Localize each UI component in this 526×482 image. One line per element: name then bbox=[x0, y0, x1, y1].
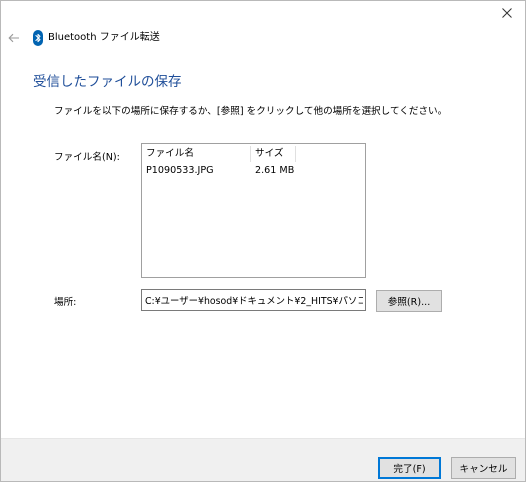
file-name-cell: P1090533.JPG bbox=[146, 165, 214, 176]
instruction-text: ファイルを以下の場所に保存するか、[参照] をクリックして他の場所を選択してくだ… bbox=[54, 106, 448, 117]
column-header-size[interactable]: サイズ bbox=[255, 147, 284, 161]
column-separator[interactable] bbox=[295, 146, 296, 162]
column-header-name[interactable]: ファイル名 bbox=[146, 147, 194, 161]
finish-button[interactable]: 完了(F) bbox=[378, 457, 441, 479]
column-separator[interactable] bbox=[250, 146, 251, 162]
file-list[interactable]: ファイル名 サイズ P1090533.JPG 2.61 MB bbox=[141, 143, 366, 278]
back-arrow-icon bbox=[8, 33, 19, 43]
file-size-cell: 2.61 MB bbox=[255, 165, 295, 176]
close-icon bbox=[502, 8, 512, 18]
footer-bar bbox=[1, 438, 525, 481]
location-input[interactable] bbox=[141, 289, 366, 311]
file-name-label: ファイル名(N): bbox=[54, 152, 120, 163]
back-button[interactable] bbox=[6, 28, 22, 48]
close-button[interactable] bbox=[489, 0, 525, 26]
bluetooth-icon bbox=[33, 30, 43, 46]
location-label: 場所: bbox=[54, 297, 77, 308]
browse-button[interactable]: 参照(R)... bbox=[376, 290, 442, 312]
window-title: Bluetooth ファイル転送 bbox=[48, 32, 160, 43]
cancel-button[interactable]: キャンセル bbox=[451, 457, 516, 479]
page-heading: 受信したファイルの保存 bbox=[33, 74, 182, 90]
